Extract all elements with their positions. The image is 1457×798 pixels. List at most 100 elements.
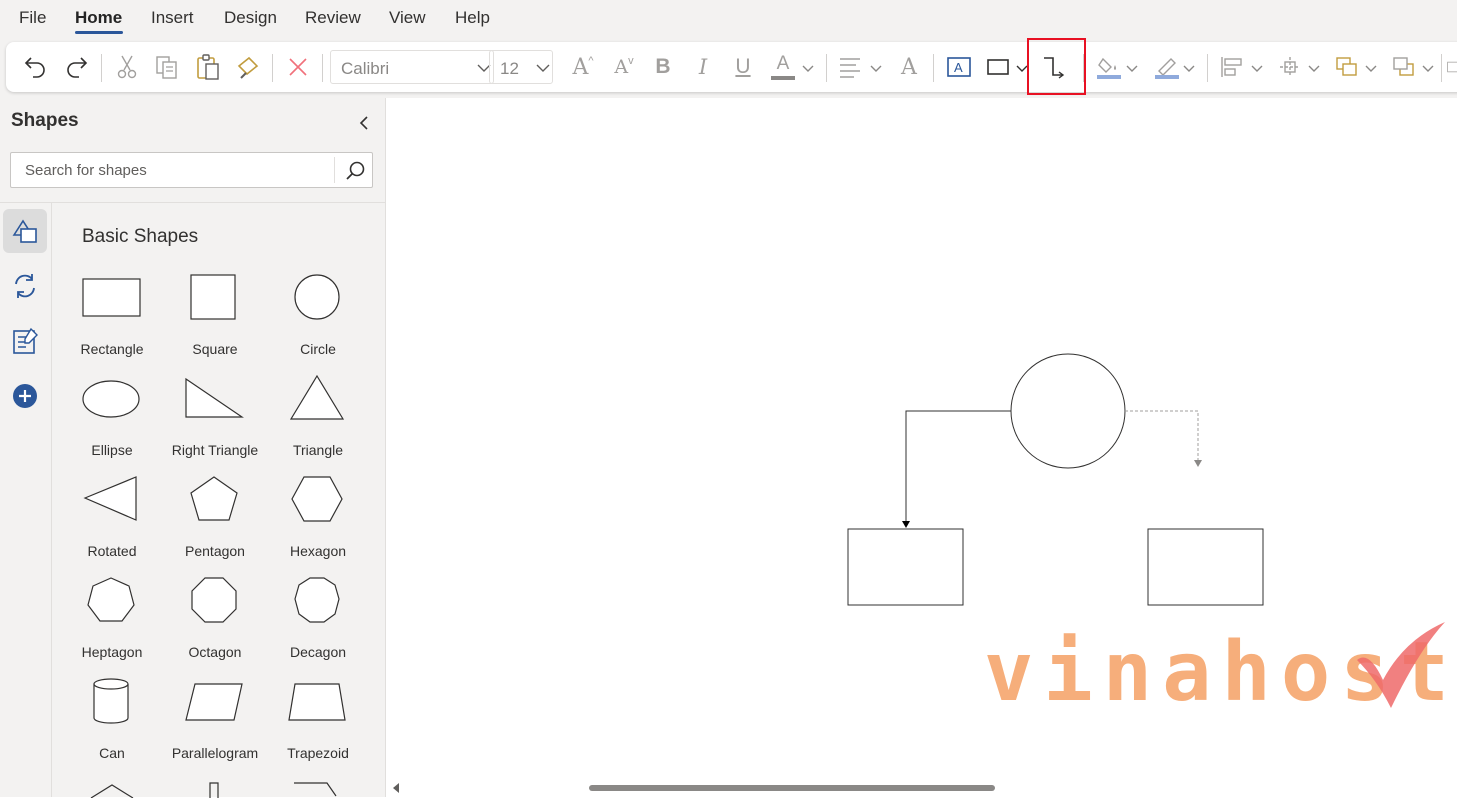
italic-icon: I	[698, 55, 708, 79]
search-input[interactable]	[11, 153, 331, 187]
scroll-left-icon[interactable]	[392, 783, 400, 793]
ribbon-separator	[933, 54, 934, 82]
canvas-rectangle-right[interactable]	[1147, 528, 1264, 606]
grow-font-button[interactable]: A ^	[566, 50, 600, 84]
undo-button[interactable]	[20, 50, 52, 84]
position-icon	[1280, 57, 1300, 77]
menu-review[interactable]: Review	[305, 8, 361, 28]
menu-file[interactable]: File	[19, 8, 46, 28]
shape-right-triangle[interactable]: Right Triangle	[165, 375, 265, 475]
canvas-circle[interactable]	[1010, 353, 1126, 469]
shape-octagon[interactable]: Octagon	[165, 577, 265, 677]
copy-button[interactable]	[152, 50, 182, 84]
shapes-category-icon	[12, 219, 37, 243]
connector-preview-line	[1125, 410, 1199, 461]
cut-button[interactable]	[112, 50, 142, 84]
shape-ellipse[interactable]: Ellipse	[62, 375, 162, 475]
chevron-down-icon[interactable]	[1422, 64, 1434, 73]
scrollbar-thumb[interactable]	[589, 785, 995, 791]
position-button[interactable]	[1275, 50, 1305, 84]
horizontal-scrollbar[interactable]	[387, 778, 1457, 797]
menu-home[interactable]: Home	[75, 8, 122, 28]
group-button[interactable]	[1446, 50, 1457, 84]
scissors-icon	[117, 55, 137, 79]
menu-view[interactable]: View	[389, 8, 426, 28]
chevron-left-icon[interactable]	[355, 114, 373, 132]
bold-button[interactable]: B	[650, 50, 676, 84]
stencil-category[interactable]	[3, 319, 47, 363]
chevron-down-icon[interactable]	[1126, 64, 1138, 73]
shape-picker-button[interactable]	[984, 50, 1012, 84]
chevron-down-icon[interactable]	[1183, 64, 1195, 73]
text-box-button[interactable]: A	[944, 50, 974, 84]
canvas-rectangle-left[interactable]	[847, 528, 964, 606]
shape-rotated[interactable]: Rotated	[62, 476, 162, 576]
bring-forward-icon	[1336, 57, 1357, 76]
category-rail	[0, 203, 52, 797]
fill-color-button[interactable]	[1094, 50, 1124, 84]
delete-button[interactable]	[285, 50, 311, 84]
partial-shape-icon	[209, 782, 219, 798]
shrink-font-button[interactable]: Av	[607, 50, 641, 84]
paste-icon	[197, 54, 219, 80]
add-shapes-icon	[13, 384, 37, 408]
chevron-down-icon[interactable]	[802, 64, 814, 73]
shape-pentagon[interactable]: Pentagon	[165, 476, 265, 576]
align-button[interactable]	[836, 50, 864, 84]
shape-parallelogram[interactable]: Parallelogram	[165, 678, 265, 778]
refresh-category[interactable]	[3, 264, 47, 308]
italic-button[interactable]: I	[690, 50, 716, 84]
ellipse-icon	[82, 380, 140, 418]
can-icon	[93, 678, 129, 724]
chevron-down-icon[interactable]	[1251, 64, 1263, 73]
shape-trapezoid[interactable]: Trapezoid	[268, 678, 368, 778]
svg-text:A: A	[954, 60, 963, 75]
section-title: Basic Shapes	[82, 226, 199, 247]
shrink-font-icon: A	[614, 56, 629, 78]
ribbon-separator	[1441, 54, 1442, 82]
paint-bucket-icon	[1098, 57, 1116, 73]
shape-triangle[interactable]: Triangle	[268, 375, 368, 475]
parallelogram-icon	[185, 683, 243, 721]
chevron-down-icon[interactable]	[1308, 64, 1320, 73]
paste-button[interactable]	[193, 50, 223, 84]
redo-button[interactable]	[60, 50, 92, 84]
align-text-icon	[840, 58, 860, 78]
send-backward-button[interactable]	[1389, 50, 1419, 84]
connector-line[interactable]	[905, 410, 1011, 522]
shape-hexagon[interactable]: Hexagon	[268, 476, 368, 576]
chevron-down-icon[interactable]	[1365, 64, 1377, 73]
watermark-logo: vinahost.	[984, 620, 1457, 720]
font-size-dropdown[interactable]: 12	[489, 50, 553, 84]
partial-shape-icon	[90, 784, 134, 798]
clear-format-button[interactable]: A	[894, 50, 924, 84]
octagon-icon	[191, 577, 237, 623]
bring-forward-button[interactable]	[1332, 50, 1362, 84]
underline-button[interactable]: U	[730, 50, 756, 84]
menu-help[interactable]: Help	[455, 8, 490, 28]
line-color-button[interactable]	[1152, 50, 1182, 84]
hexagon-icon	[291, 476, 343, 522]
format-painter-icon	[237, 56, 259, 79]
menu-design[interactable]: Design	[224, 8, 277, 28]
shape-square[interactable]: Square	[165, 274, 265, 374]
send-backward-icon	[1393, 57, 1414, 76]
square-icon	[190, 274, 236, 320]
font-color-button[interactable]: A	[768, 50, 798, 84]
search-icon[interactable]	[344, 160, 366, 182]
shape-can[interactable]: Can	[62, 678, 162, 778]
format-painter-button[interactable]	[233, 50, 263, 84]
shape-decagon[interactable]: Decagon	[268, 577, 368, 677]
ribbon-separator	[1207, 54, 1208, 82]
basic-shapes-category[interactable]	[3, 209, 47, 253]
ribbon-toolbar: Calibri 12 A ^ Av B I U A A A	[6, 42, 1457, 92]
menu-insert[interactable]: Insert	[151, 8, 194, 28]
shape-heptagon[interactable]: Heptagon	[62, 577, 162, 677]
chevron-down-icon[interactable]	[870, 64, 882, 73]
pentagon-icon	[190, 476, 238, 521]
shape-rectangle[interactable]: Rectangle	[62, 274, 162, 374]
shape-circle[interactable]: Circle	[268, 274, 368, 374]
font-name-dropdown[interactable]: Calibri	[330, 50, 494, 84]
align-shapes-button[interactable]	[1217, 50, 1247, 84]
add-shapes-category[interactable]	[3, 374, 47, 418]
